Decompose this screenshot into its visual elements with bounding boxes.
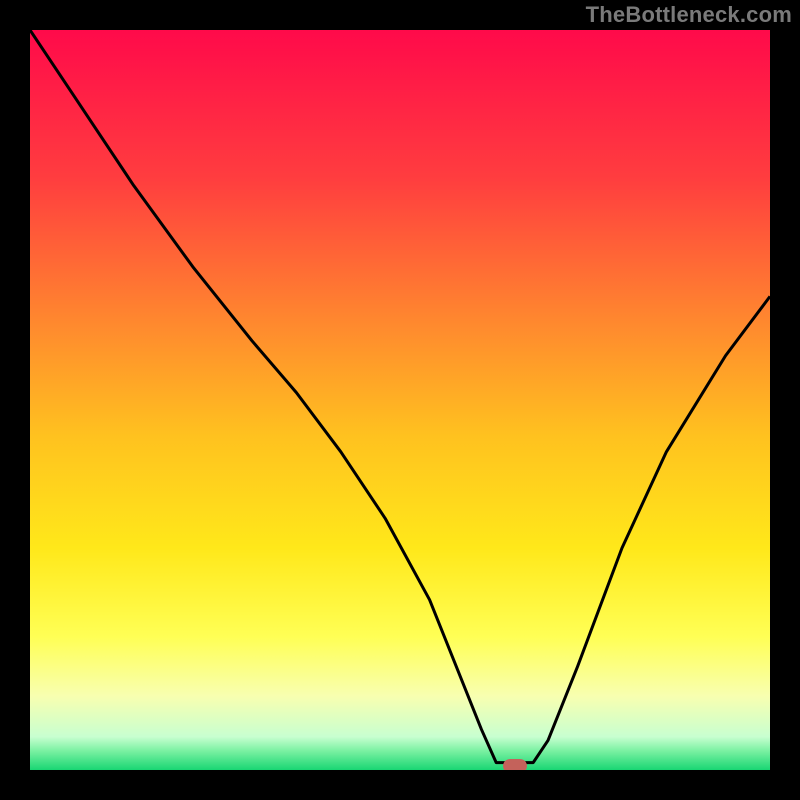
chart-frame: TheBottleneck.com — [0, 0, 800, 800]
gradient-background — [30, 30, 770, 770]
watermark-text: TheBottleneck.com — [586, 2, 792, 28]
plot-area — [30, 30, 770, 770]
optimal-point-marker — [503, 759, 527, 770]
plot-svg — [30, 30, 770, 770]
